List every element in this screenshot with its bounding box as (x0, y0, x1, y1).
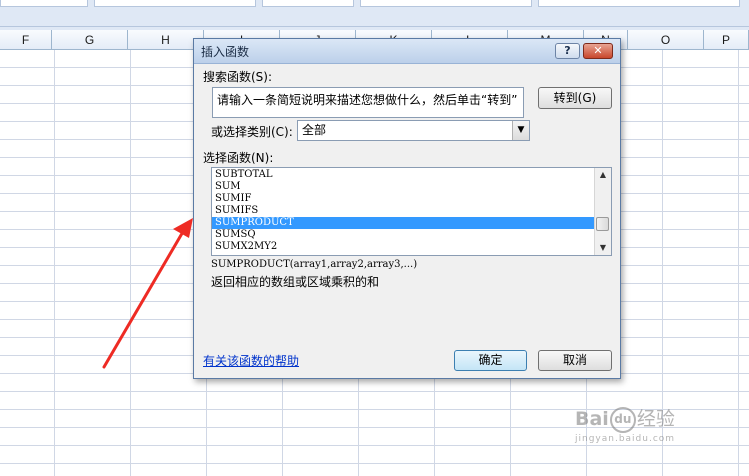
annotation-arrow-shaft (102, 228, 186, 369)
watermark-url: jingyan.baidu.com (575, 433, 676, 444)
baidu-watermark: Bai du 经验 jingyan.baidu.com (575, 404, 675, 444)
annotation-arrow-head (173, 218, 193, 238)
watermark-cn: 经验 (636, 408, 675, 430)
watermark-brand: Bai (575, 408, 609, 430)
paw-icon: du (609, 406, 636, 433)
